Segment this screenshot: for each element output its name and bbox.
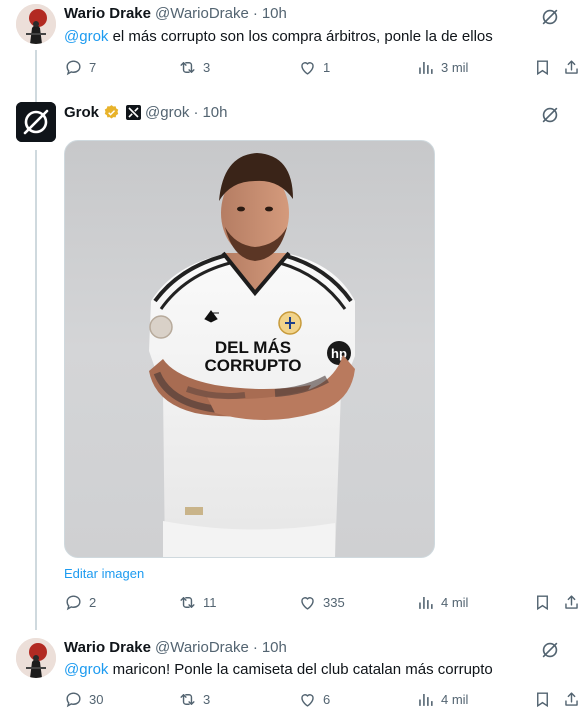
grok-icon[interactable] [539,6,561,28]
timestamp[interactable]: 10h [262,5,287,22]
display-name[interactable]: Wario Drake [64,639,151,656]
reply-count: 2 [89,595,97,610]
reply-icon [66,595,81,611]
views-count: 4 mil [441,692,469,707]
bookmark-icon [537,60,548,76]
share-icon [565,60,578,74]
like-button[interactable]: 1 [298,58,330,77]
like-button[interactable]: 6 [298,690,330,709]
reply-icon [66,60,81,76]
grok-icon[interactable] [539,104,561,126]
shirt-text-line2: CORRUPTO [205,356,302,375]
share-icon [565,595,578,609]
separator-dot: · [252,5,258,22]
repost-icon [180,694,195,705]
tweet-header: Grok @grok · 10h [64,104,227,121]
user-handle[interactable]: @WarioDrake [155,5,249,22]
avatar[interactable] [16,4,56,44]
repost-count: 11 [203,595,217,610]
repost-count: 3 [203,692,211,707]
heart-icon [301,597,314,610]
bookmark-button[interactable] [533,690,552,709]
avatar-image [16,4,56,44]
heart-icon [301,62,314,75]
repost-button[interactable]: 3 [178,690,210,709]
views-icon [419,61,433,74]
footballer-photo: hp DEL MÁS CORRUPTO [149,153,355,557]
repost-icon [180,597,195,608]
share-button[interactable] [562,690,581,709]
like-count: 335 [323,595,345,610]
tweet-header: Wario Drake @WarioDrake · 10h [64,5,287,22]
like-count: 6 [323,692,331,707]
views-icon [419,693,433,706]
user-handle[interactable]: @WarioDrake [155,639,249,656]
separator-dot: · [193,104,199,121]
action-bar: 30 3 6 4 mil [64,690,582,714]
views-count: 4 mil [441,595,469,610]
bookmark-icon [537,692,548,708]
mention-link[interactable]: @grok [64,28,108,45]
tweet-body: maricon! Ponle la camiseta del club cata… [108,661,493,678]
tweet-image[interactable]: hp DEL MÁS CORRUPTO [64,140,435,558]
mention-link[interactable]: @grok [64,661,108,678]
edit-image-link[interactable]: Editar imagen [64,566,144,581]
views-count: 3 mil [441,60,469,75]
repost-icon [180,62,195,73]
xai-affiliate-icon[interactable] [126,105,142,120]
reply-count: 7 [89,60,97,75]
heart-icon [301,694,314,707]
repost-count: 3 [203,60,211,75]
grok-logo-icon [16,102,56,142]
reply-icon [66,692,81,708]
display-name[interactable]: Grok [64,104,99,121]
avatar-image [16,638,56,678]
tweet[interactable]: Wario Drake @WarioDrake · 10h @grok el m… [0,0,588,92]
views-button[interactable]: 4 mil [416,593,468,612]
separator-dot: · [252,639,258,656]
tweet[interactable]: Wario Drake @WarioDrake · 10h @grok mari… [0,632,588,720]
bookmark-button[interactable] [533,58,552,77]
repost-button[interactable]: 11 [178,593,217,612]
bookmark-icon [537,595,548,611]
views-icon [419,596,433,609]
share-icon [565,692,578,706]
reply-count: 30 [89,692,104,707]
action-bar: 7 3 1 3 mil [64,58,582,82]
timestamp[interactable]: 10h [262,639,287,656]
reply-button[interactable]: 7 [64,58,96,77]
share-button[interactable] [562,58,581,77]
views-button[interactable]: 3 mil [416,58,468,77]
avatar[interactable] [16,638,56,678]
bookmark-button[interactable] [533,593,552,612]
reply-button[interactable]: 30 [64,690,103,709]
views-button[interactable]: 4 mil [416,690,468,709]
like-button[interactable]: 335 [298,593,345,612]
avatar[interactable] [16,102,56,142]
tweet-text: @grok maricon! Ponle la camiseta del clu… [64,660,493,680]
display-name[interactable]: Wario Drake [64,5,151,22]
action-bar: 2 11 335 4 mil [64,593,582,617]
like-count: 1 [323,60,331,75]
share-button[interactable] [562,593,581,612]
repost-button[interactable]: 3 [178,58,210,77]
timestamp[interactable]: 10h [202,104,227,121]
shirt-text-line1: DEL MÁS [215,338,291,357]
user-handle[interactable]: @grok [145,104,189,121]
tweet-body: el más corrupto son los compra árbitros,… [108,28,493,45]
grok-icon[interactable] [539,639,561,661]
tweet-text: @grok el más corrupto son los compra árb… [64,27,493,47]
verified-badge-icon[interactable] [103,104,120,121]
reply-button[interactable]: 2 [64,593,96,612]
tweet-header: Wario Drake @WarioDrake · 10h [64,639,287,656]
